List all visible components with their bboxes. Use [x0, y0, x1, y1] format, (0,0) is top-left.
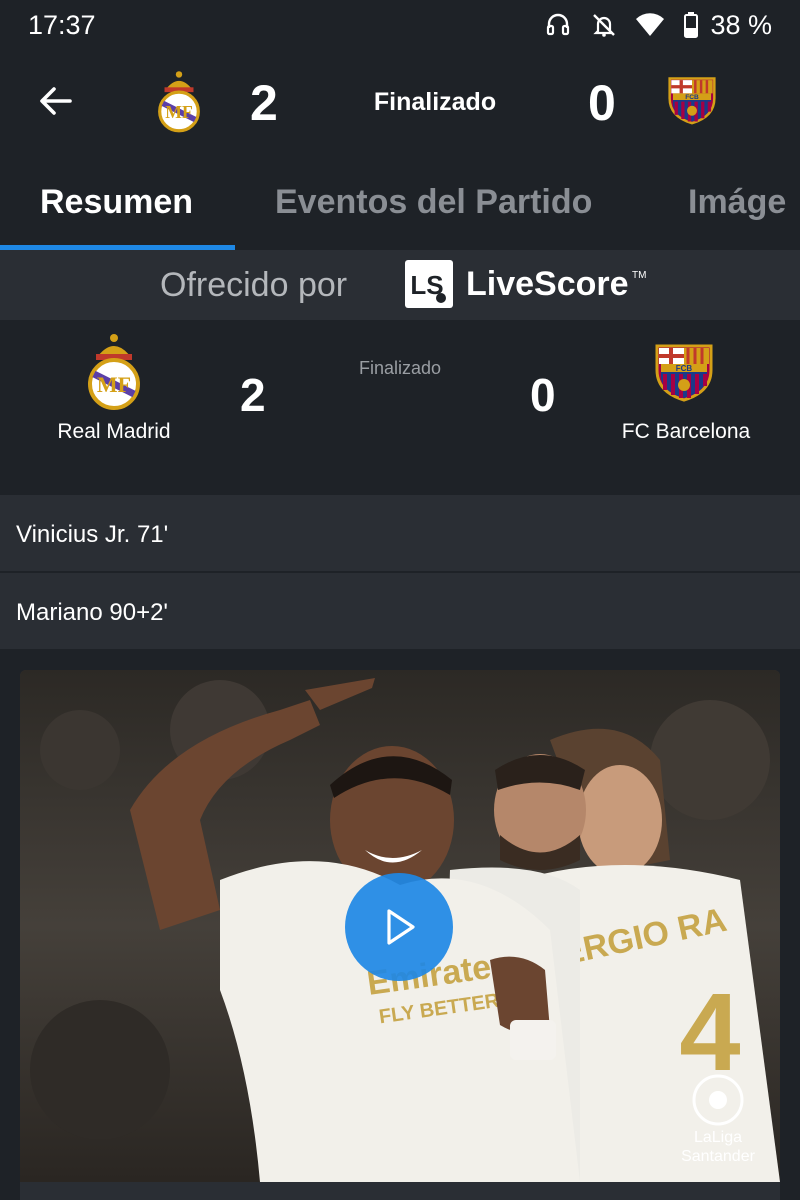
- real-madrid-crest-icon: MF: [84, 330, 144, 412]
- goal-scorer: Mariano 90+2': [16, 599, 169, 626]
- svg-text:MF: MF: [165, 102, 193, 122]
- play-button[interactable]: [345, 873, 453, 981]
- match-status: Finalizado: [373, 88, 497, 116]
- livescore-logo-text: LiveScore: [466, 265, 629, 303]
- tab-eventos[interactable]: Eventos del Partido: [275, 183, 592, 222]
- notifications-off-icon: [590, 11, 618, 39]
- fc-barcelona-crest-icon: FCB: [655, 342, 713, 402]
- goal-event-row: Mariano 90+2': [0, 573, 800, 649]
- svg-text:LaLiga: LaLiga: [694, 1129, 742, 1146]
- battery-percent: 38 %: [710, 9, 772, 40]
- svg-text:4: 4: [679, 971, 740, 1094]
- tab-imagenes[interactable]: Imáge: [688, 183, 786, 222]
- score-card-status: Finalizado: [358, 358, 442, 378]
- home-score: 2: [250, 75, 278, 131]
- svg-text:FCB: FCB: [676, 364, 693, 373]
- sponsor-bar: Ofrecido por: [0, 250, 800, 320]
- sponsor-text: Ofrecido por: [160, 266, 348, 304]
- real-madrid-crest-icon: MF: [154, 68, 204, 134]
- livescore-logo-icon: LS: [405, 260, 453, 308]
- headset-icon: [544, 11, 572, 39]
- goal-scorer: Vinicius Jr. 71': [16, 521, 169, 548]
- home-score-large: 2: [240, 369, 266, 421]
- status-icons: 38 %: [544, 9, 772, 41]
- home-team-name: Real Madrid: [57, 420, 171, 443]
- fc-barcelona-crest-icon: FCB: [668, 74, 716, 126]
- back-button[interactable]: [34, 80, 76, 122]
- tab-resumen[interactable]: Resumen: [40, 183, 193, 222]
- arrow-back-icon: [40, 87, 72, 115]
- video-card-footer: [20, 1182, 780, 1200]
- away-score: 0: [588, 75, 616, 131]
- play-icon: [387, 909, 415, 945]
- goal-event-row: Vinicius Jr. 71': [0, 495, 800, 571]
- livescore-trademark: TM: [632, 270, 647, 281]
- away-team-name: FC Barcelona: [621, 420, 751, 443]
- status-time: 17:37: [28, 10, 96, 40]
- battery-icon: [682, 11, 700, 39]
- match-header: MF 2 Finalizado 0 FCB: [0, 50, 800, 155]
- svg-text:MF: MF: [97, 372, 131, 397]
- away-score-large: 0: [530, 369, 556, 421]
- status-bar: 17:37 38 %: [0, 0, 800, 50]
- tab-bar: Resumen Eventos del Partido Imáge: [0, 155, 800, 250]
- svg-text:Santander: Santander: [681, 1148, 756, 1165]
- wifi-icon: [636, 11, 665, 39]
